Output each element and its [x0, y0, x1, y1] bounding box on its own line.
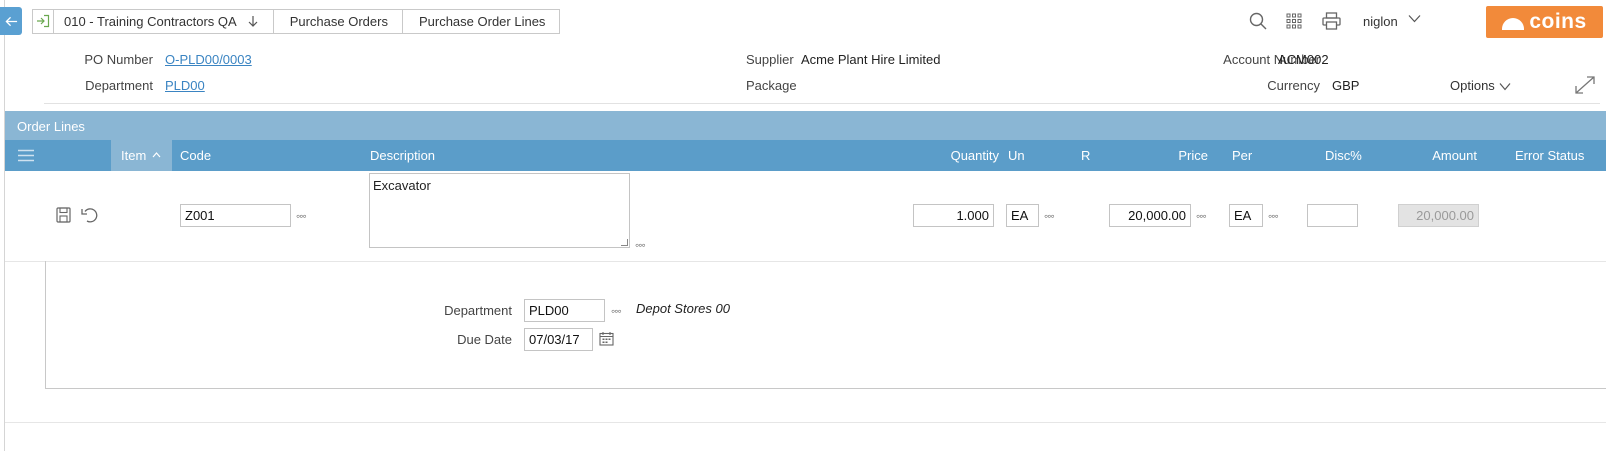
currency-value: GBP [1332, 78, 1360, 93]
chevron-down-icon[interactable] [1408, 14, 1421, 23]
col-description[interactable]: Description [370, 148, 435, 163]
account-number-value: ACM002 [1278, 52, 1329, 67]
col-price[interactable]: Price [1178, 148, 1208, 163]
discount-input[interactable] [1307, 204, 1358, 227]
line-detail-panel [45, 261, 1606, 389]
apps-grid-icon[interactable] [1286, 13, 1302, 29]
breadcrumb: 010 - Training Contractors QA Purchase O… [32, 8, 561, 34]
col-r[interactable]: R [1081, 148, 1090, 163]
col-code[interactable]: Code [180, 148, 211, 163]
department-name: Depot Stores 00 [636, 301, 730, 316]
description-text: Excavator [373, 178, 431, 193]
currency-label: Currency [1267, 78, 1320, 93]
department-lookup-button[interactable]: ◦◦◦ [611, 304, 622, 318]
code-lookup-button[interactable]: ◦◦◦ [296, 209, 307, 223]
department-label: Department [85, 78, 153, 93]
bottom-divider [5, 422, 1606, 423]
search-icon[interactable] [1249, 12, 1267, 30]
breadcrumb-purchase-order-lines[interactable]: Purchase Order Lines [402, 8, 561, 34]
user-name[interactable]: niglon [1363, 14, 1398, 29]
col-amount[interactable]: Amount [1432, 148, 1477, 163]
due-date-input[interactable] [524, 328, 593, 351]
code-input[interactable] [180, 204, 291, 227]
unit-lookup-button[interactable]: ◦◦◦ [1044, 209, 1055, 223]
calendar-icon[interactable] [599, 331, 614, 346]
expand-arrows-icon[interactable] [1574, 75, 1596, 95]
breadcrumb-purchase-orders[interactable]: Purchase Orders [273, 8, 403, 34]
supplier-value: Acme Plant Hire Limited [801, 52, 941, 67]
arrow-left-icon [4, 16, 17, 26]
print-icon[interactable] [1322, 12, 1341, 30]
login-icon[interactable] [32, 8, 54, 34]
menu-list-icon[interactable] [18, 149, 34, 162]
order-lines-section-header: Order Lines [5, 111, 1606, 140]
order-lines-column-header: Item Code Description Quantity Un R Pric… [5, 140, 1606, 171]
per-input[interactable] [1229, 204, 1263, 227]
col-item[interactable]: Item [121, 148, 146, 163]
department-link[interactable]: PLD00 [165, 78, 205, 93]
company-selector[interactable]: 010 - Training Contractors QA [54, 8, 274, 34]
description-textarea[interactable]: Excavator [369, 173, 630, 248]
col-error-status[interactable]: Error Status [1515, 148, 1584, 163]
logo-text: coins [1529, 10, 1587, 33]
section-title: Order Lines [17, 119, 85, 134]
col-per[interactable]: Per [1232, 148, 1252, 163]
col-unit[interactable]: Un [1008, 148, 1025, 163]
quantity-input[interactable] [913, 204, 994, 227]
detail-department-label: Department [444, 303, 512, 318]
po-number-label: PO Number [84, 52, 153, 67]
due-date-label: Due Date [457, 332, 512, 347]
po-number-link[interactable]: O-PLD00/0003 [165, 52, 252, 67]
description-lookup-button[interactable]: ◦◦◦ [635, 238, 646, 252]
chevron-down-icon[interactable] [1499, 82, 1511, 91]
supplier-label: Supplier [746, 52, 794, 67]
page-edge [4, 0, 5, 451]
coins-logo: coins [1486, 6, 1603, 38]
undo-icon[interactable] [81, 207, 100, 224]
per-lookup-button[interactable]: ◦◦◦ [1268, 209, 1279, 223]
arrow-down-icon [248, 15, 258, 27]
sort-ascending-icon [152, 152, 161, 158]
detail-department-input[interactable] [524, 299, 605, 322]
unit-input[interactable] [1006, 204, 1039, 227]
company-name: 010 - Training Contractors QA [64, 13, 237, 29]
col-disc[interactable]: Disc% [1325, 148, 1362, 163]
breadcrumb-label: Purchase Order Lines [418, 13, 546, 29]
breadcrumb-label: Purchase Orders [289, 13, 388, 29]
save-icon[interactable] [56, 207, 71, 223]
options-menu[interactable]: Options [1450, 78, 1495, 93]
header-divider [44, 103, 1600, 104]
hard-hat-icon [1502, 18, 1525, 30]
price-lookup-button[interactable]: ◦◦◦ [1196, 209, 1207, 223]
col-quantity[interactable]: Quantity [951, 148, 999, 163]
amount-field [1398, 204, 1479, 227]
back-button[interactable] [0, 7, 22, 35]
package-label: Package [746, 78, 797, 93]
resize-handle[interactable] [621, 239, 628, 246]
price-input[interactable] [1109, 204, 1191, 227]
